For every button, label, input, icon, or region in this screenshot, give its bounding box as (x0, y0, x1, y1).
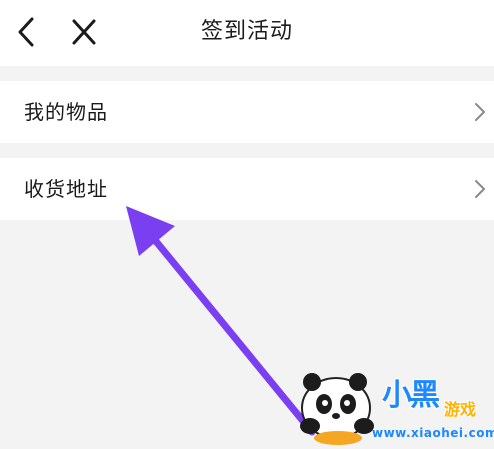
arrow-shaft (146, 230, 316, 436)
menu-item-my-items[interactable]: 我的物品 (0, 81, 494, 143)
watermark-brand: 小黑 (382, 378, 440, 413)
menu-item-label: 收货地址 (24, 177, 108, 201)
chevron-right-icon (475, 103, 485, 121)
page-title: 签到活动 (200, 19, 293, 44)
watermark-url: www.xiaohei.com (372, 426, 494, 440)
site-watermark: 小黑 游戏 www.xiaohei.com (296, 368, 494, 445)
menu-item-shipping-address[interactable]: 收货地址 (0, 158, 494, 220)
menu-item-label: 我的物品 (24, 100, 108, 124)
watermark-brand-suffix: 游戏 (444, 400, 477, 419)
top-nav-bar: 签到活动 (0, 0, 494, 66)
chevron-right-icon (475, 180, 485, 198)
